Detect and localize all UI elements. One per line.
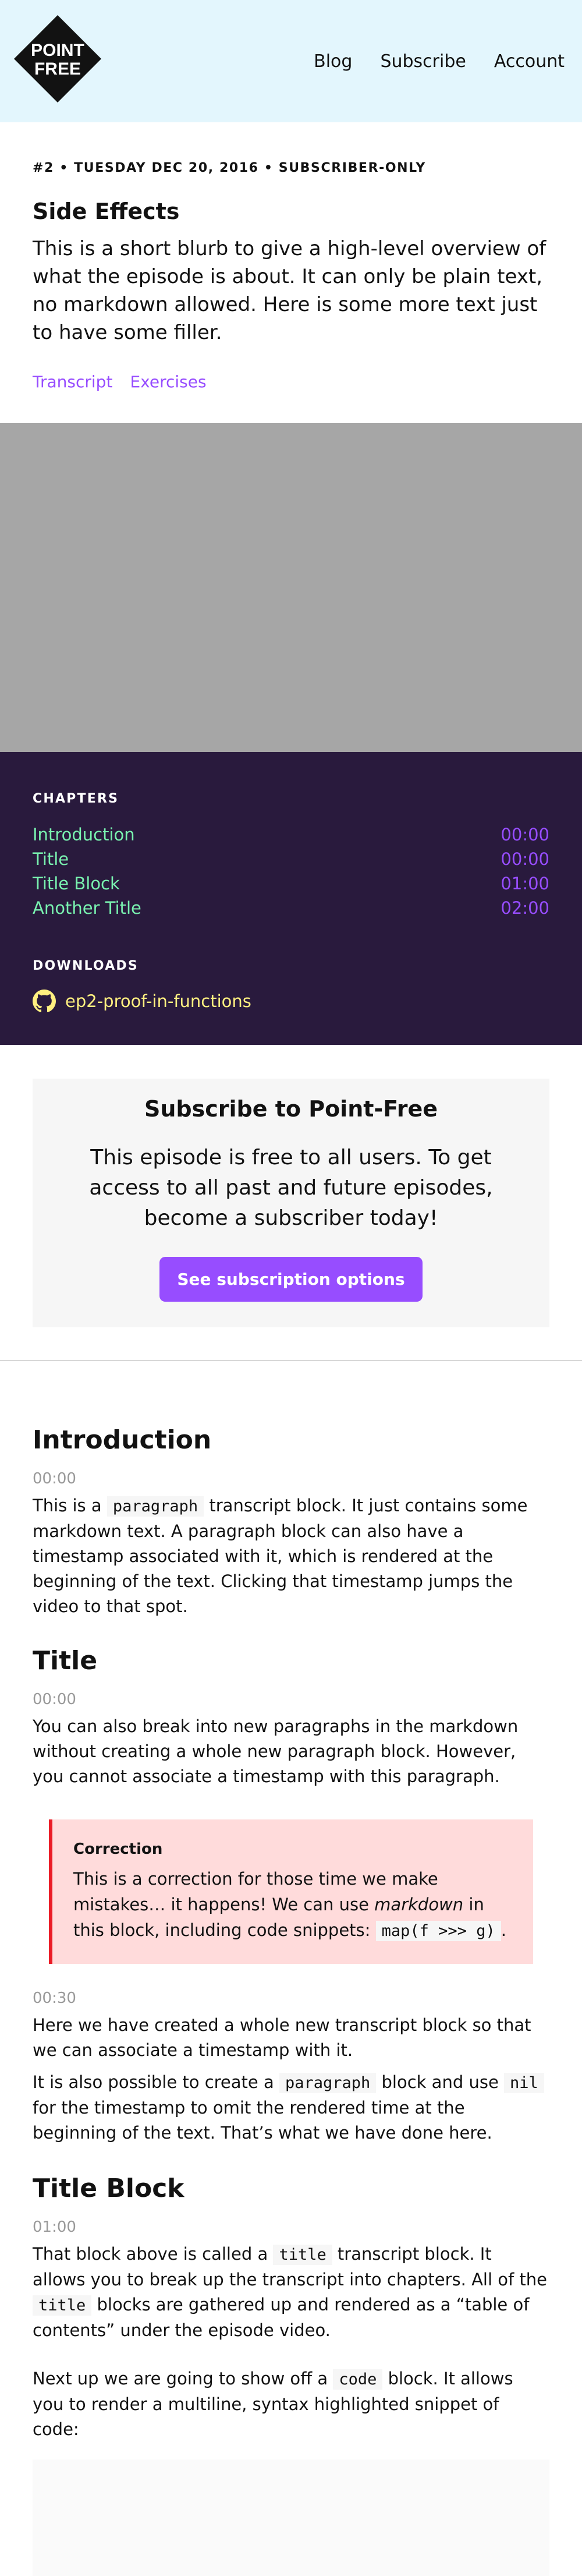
timestamp[interactable]: 01:00 xyxy=(33,2218,549,2236)
logo-text-line1: POINT xyxy=(31,41,84,60)
main-nav: Blog Subscribe Account xyxy=(314,51,565,72)
code-block xyxy=(33,2460,549,2576)
inline-code: paragraph xyxy=(279,2073,377,2093)
chapter-time[interactable]: 00:00 xyxy=(501,822,549,847)
logo-diamond-icon: POINT FREE xyxy=(14,15,101,103)
chapter-list: Introduction 00:00 Title 00:00 Title Blo… xyxy=(33,822,549,920)
chapter-item: Title Block 01:00 xyxy=(33,871,549,896)
chapter-item: Title 00:00 xyxy=(33,847,549,871)
downloads-label: DOWNLOADS xyxy=(33,959,139,973)
point-free-logo[interactable]: POINT FREE xyxy=(14,15,101,103)
subscribe-title: Subscribe to Point-Free xyxy=(144,1096,438,1122)
inline-code: title xyxy=(33,2295,92,2316)
site-header: POINT FREE Blog Subscribe Account xyxy=(0,0,582,122)
transcript-paragraph: That block above is called a title trans… xyxy=(33,2244,548,2340)
episode-blurb: This is a short blurb to give a high-lev… xyxy=(33,237,546,344)
transcript-heading: Title xyxy=(33,1646,98,1676)
transcript-heading: Title Block xyxy=(33,2174,184,2203)
transcript-paragraph: It is also possible to create a paragrap… xyxy=(33,2070,549,2146)
chapter-time[interactable]: 00:00 xyxy=(501,847,549,871)
inline-code: title xyxy=(273,2245,332,2265)
chapter-name[interactable]: Introduction xyxy=(33,822,135,847)
chapter-name[interactable]: Another Title xyxy=(33,896,141,920)
timestamp[interactable]: 00:00 xyxy=(33,1691,549,1708)
subscribe-text: This episode is free to all users. To ge… xyxy=(89,1146,493,1230)
episode-title: Side Effects xyxy=(33,199,180,224)
github-icon xyxy=(33,990,56,1013)
correction-text: This is a correction for those time we m… xyxy=(73,1869,506,1941)
inline-code: paragraph xyxy=(107,1496,204,1517)
download-filename: ep2-proof-in-functions xyxy=(65,991,251,1011)
nav-subscribe-link[interactable]: Subscribe xyxy=(380,51,466,72)
logo-text-line2: FREE xyxy=(34,59,81,79)
chapter-item: Another Title 02:00 xyxy=(33,896,549,920)
download-link[interactable]: ep2-proof-in-functions xyxy=(33,990,549,1013)
inline-code: code xyxy=(333,2369,383,2390)
transcript-paragraph: Here we have created a whole new transcr… xyxy=(33,2015,531,2060)
chapter-name[interactable]: Title Block xyxy=(33,871,120,896)
video-player[interactable] xyxy=(0,423,582,752)
transcript-heading: Introduction xyxy=(33,1425,212,1455)
correction-callout: Correction This is a correction for thos… xyxy=(49,1819,533,1964)
inline-code: map(f >>> g) xyxy=(375,1921,501,1941)
nav-account-link[interactable]: Account xyxy=(494,51,565,72)
subscription-options-button[interactable]: See subscription options xyxy=(159,1257,423,1302)
transcript-link[interactable]: Transcript xyxy=(33,372,112,391)
episode-links: Transcript Exercises xyxy=(33,372,549,391)
episode-meta: #2 • TUESDAY DEC 20, 2016 • SUBSCRIBER-O… xyxy=(33,161,426,175)
timestamp[interactable]: 00:30 xyxy=(33,1990,549,2007)
episode-header: #2 • TUESDAY DEC 20, 2016 • SUBSCRIBER-O… xyxy=(0,161,582,391)
chapters-panel: CHAPTERS Introduction 00:00 Title 00:00 … xyxy=(0,752,582,1045)
exercises-link[interactable]: Exercises xyxy=(130,372,206,391)
transcript-paragraph: Next up we are going to show off a code … xyxy=(33,2369,513,2439)
transcript-paragraph: This is a paragraph transcript block. It… xyxy=(33,1496,528,1616)
chapter-time[interactable]: 02:00 xyxy=(501,896,549,920)
section-divider xyxy=(0,1360,582,1361)
subscribe-callout: Subscribe to Point-Free This episode is … xyxy=(33,1079,549,1327)
chapters-label: CHAPTERS xyxy=(33,791,119,806)
nav-blog-link[interactable]: Blog xyxy=(314,51,352,72)
timestamp[interactable]: 00:00 xyxy=(33,1470,549,1487)
chapter-item: Introduction 00:00 xyxy=(33,822,549,847)
correction-label: Correction xyxy=(73,1840,163,1858)
transcript-paragraph: You can also break into new paragraphs i… xyxy=(33,1716,519,1786)
inline-code: nil xyxy=(504,2073,544,2093)
chapter-name[interactable]: Title xyxy=(33,847,69,871)
chapter-time[interactable]: 01:00 xyxy=(501,871,549,896)
transcript: Introduction 00:00 This is a paragraph t… xyxy=(0,1425,582,2576)
